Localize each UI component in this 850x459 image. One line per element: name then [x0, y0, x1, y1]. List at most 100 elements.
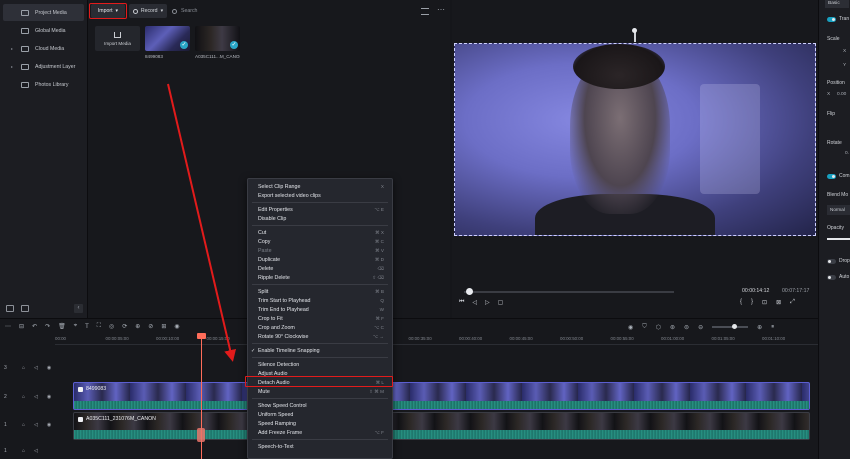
marker-icon[interactable]: ◉	[174, 323, 179, 330]
menu-item-crop-to-fit[interactable]: Crop to Fit ⌘ F	[248, 314, 392, 323]
import-media-card[interactable]: Import Media	[95, 26, 140, 51]
stop-icon[interactable]: ▢	[498, 299, 504, 306]
undo-icon[interactable]: ↶	[32, 323, 37, 330]
menu-item-delete[interactable]: Delete ⌫	[248, 264, 392, 273]
record-voice-icon[interactable]: ◉	[628, 324, 633, 331]
timeline-ruler[interactable]: 00:00 00:00:05:00 00:00:10:00 00:00:15:00 00…	[55, 336, 818, 345]
sidebar-item-photos-library[interactable]: Photos Library	[3, 76, 84, 93]
eye-icon[interactable]: ◉	[47, 365, 51, 371]
media-item[interactable]: ✓ A035C111...M_CANON	[195, 26, 240, 59]
eye-icon[interactable]: ◉	[47, 422, 51, 428]
mark-in-icon[interactable]: {	[740, 299, 742, 306]
frame-icon[interactable]: ⛶	[97, 323, 101, 330]
ai-icon[interactable]: ⬡	[656, 324, 661, 331]
marker-icon[interactable]: ⊜	[684, 324, 689, 331]
menu-item-show-speed-control[interactable]: Show Speed Control	[248, 401, 392, 410]
new-folder-icon[interactable]	[6, 305, 14, 312]
menu-item-export-selected-video-clips[interactable]: Export selected video clips	[248, 191, 392, 200]
menu-item-speech-to-text[interactable]: Speech-to-Text	[248, 442, 392, 451]
sidebar-item-global-media[interactable]: Global Media	[3, 22, 84, 39]
add-icon[interactable]: ⊕	[135, 323, 140, 330]
mute-icon[interactable]: ◁	[34, 394, 38, 400]
tab-basic[interactable]: Basic	[825, 0, 849, 8]
sidebar-item-cloud-media[interactable]: ▸ Cloud Media	[3, 40, 84, 57]
zoom-in-icon[interactable]: ⊕	[757, 324, 762, 331]
lock-icon[interactable]: ⌂	[22, 422, 25, 428]
crop-icon[interactable]: ⌖	[74, 323, 77, 330]
menu-item-split[interactable]: Split ⌘ B	[248, 287, 392, 296]
playhead-handle[interactable]	[197, 333, 206, 339]
menu-item-speed-ramping[interactable]: Speed Ramping	[248, 419, 392, 428]
color-icon[interactable]: ◎	[109, 323, 114, 330]
menu-item-rotate-90-clockwise[interactable]: Rotate 90° Clockwise ⌥ →	[248, 332, 392, 341]
step-back-icon[interactable]: ◁	[472, 299, 477, 306]
transform-toggle[interactable]	[827, 17, 836, 22]
rotate-value[interactable]: 0.	[845, 151, 849, 156]
auto-enhance-toggle[interactable]	[827, 275, 836, 280]
grid-icon[interactable]: ⊞	[161, 323, 166, 330]
menu-item-disable-clip[interactable]: Disable Clip	[248, 214, 392, 223]
layers-icon[interactable]: ⊟	[19, 323, 24, 330]
layout-icon[interactable]: ⏸	[771, 324, 774, 331]
rotation-handle-knob[interactable]	[632, 28, 637, 33]
menu-item-trim-end-to-playhead[interactable]: Trim End to Playhead W	[248, 305, 392, 314]
mute-icon[interactable]: ◁	[34, 448, 38, 454]
filter-icon[interactable]	[421, 8, 429, 15]
zoom-slider[interactable]	[712, 324, 749, 329]
snapshot-icon[interactable]: ⊡	[762, 299, 767, 306]
menu-item-select-clip-range[interactable]: Select Clip Range X	[248, 182, 392, 191]
menu-item-add-freeze-frame[interactable]: Add Freeze Frame ⌥ F	[248, 428, 392, 437]
menu-item-enable-timeline-snapping[interactable]: Enable Timeline Snapping	[248, 346, 392, 355]
shield-icon[interactable]: ⛉	[642, 324, 647, 331]
position-x-value[interactable]: 0.00	[837, 92, 846, 97]
skip-back-icon[interactable]: ⏮	[459, 299, 464, 306]
text-icon[interactable]: T	[85, 324, 89, 330]
media-thumbnail[interactable]: ✓	[195, 26, 240, 51]
media-thumbnail[interactable]: ✓	[145, 26, 190, 51]
menu-item-crop-and-zoom[interactable]: Crop and Zoom ⌥ C	[248, 323, 392, 332]
drop-shadow-toggle[interactable]	[827, 259, 836, 264]
play-icon[interactable]: ▷	[485, 299, 490, 306]
media-item[interactable]: ✓ 8499083	[145, 26, 190, 59]
scrubber-knob[interactable]	[466, 288, 474, 295]
more-options-icon[interactable]: ⋯	[437, 6, 445, 14]
lock-icon[interactable]: ⌂	[22, 448, 25, 454]
mute-icon[interactable]: ◁	[34, 365, 38, 371]
quality-icon[interactable]: ⊠	[776, 299, 781, 306]
menu-item-copy[interactable]: Copy ⌘ C	[248, 237, 392, 246]
blend-mode-select[interactable]: Normal	[827, 205, 850, 215]
menu-item-cut[interactable]: Cut ⌘ X	[248, 228, 392, 237]
delete-icon[interactable]: 🗑	[58, 323, 66, 330]
redo-icon[interactable]: ↷	[45, 323, 50, 330]
lock-icon[interactable]: ⌂	[22, 365, 25, 371]
mute-icon[interactable]: ◁	[34, 422, 38, 428]
eye-icon[interactable]: ◉	[47, 394, 51, 400]
record-button[interactable]: Record ▾	[129, 4, 167, 18]
menu-item-silence-detection[interactable]: Silence Detection	[248, 360, 392, 369]
menu-icon[interactable]: ⋯	[5, 323, 11, 330]
effects-icon[interactable]: ⊛	[670, 324, 675, 331]
video-clip[interactable]: A035C111_231076M_CANON	[73, 412, 810, 440]
search-input[interactable]: Search	[172, 5, 292, 17]
opacity-slider[interactable]	[827, 238, 850, 240]
speed-icon[interactable]: ⟳	[122, 323, 127, 330]
menu-item-duplicate[interactable]: Duplicate ⌘ D	[248, 255, 392, 264]
menu-item-trim-start-to-playhead[interactable]: Trim Start to Playhead Q	[248, 296, 392, 305]
folder-icon[interactable]	[21, 305, 29, 312]
mark-out-icon[interactable]: }	[751, 299, 753, 306]
lock-icon[interactable]: ⌂	[22, 394, 25, 400]
playback-scrubber[interactable]	[464, 291, 674, 293]
fullscreen-icon[interactable]: ⤢	[790, 299, 795, 306]
sidebar-item-project-media[interactable]: Project Media	[3, 4, 84, 21]
disable-icon[interactable]: ⊘	[148, 323, 153, 330]
zoom-out-icon[interactable]: ⊖	[698, 324, 703, 331]
video-clip[interactable]: 8499083	[73, 382, 810, 410]
menu-item-edit-properties[interactable]: Edit Properties ⌥ E	[248, 205, 392, 214]
video-preview[interactable]	[454, 43, 816, 236]
compositing-toggle[interactable]	[827, 174, 836, 179]
menu-item-uniform-speed[interactable]: Uniform Speed	[248, 410, 392, 419]
menu-item-ripple-delete[interactable]: Ripple Delete ⇧ ⌫	[248, 273, 392, 282]
split-marker[interactable]	[197, 428, 205, 442]
collapse-sidebar-button[interactable]: ‹	[74, 304, 83, 313]
menu-item-mute[interactable]: Mute ⇧ ⌘ M	[248, 387, 392, 396]
